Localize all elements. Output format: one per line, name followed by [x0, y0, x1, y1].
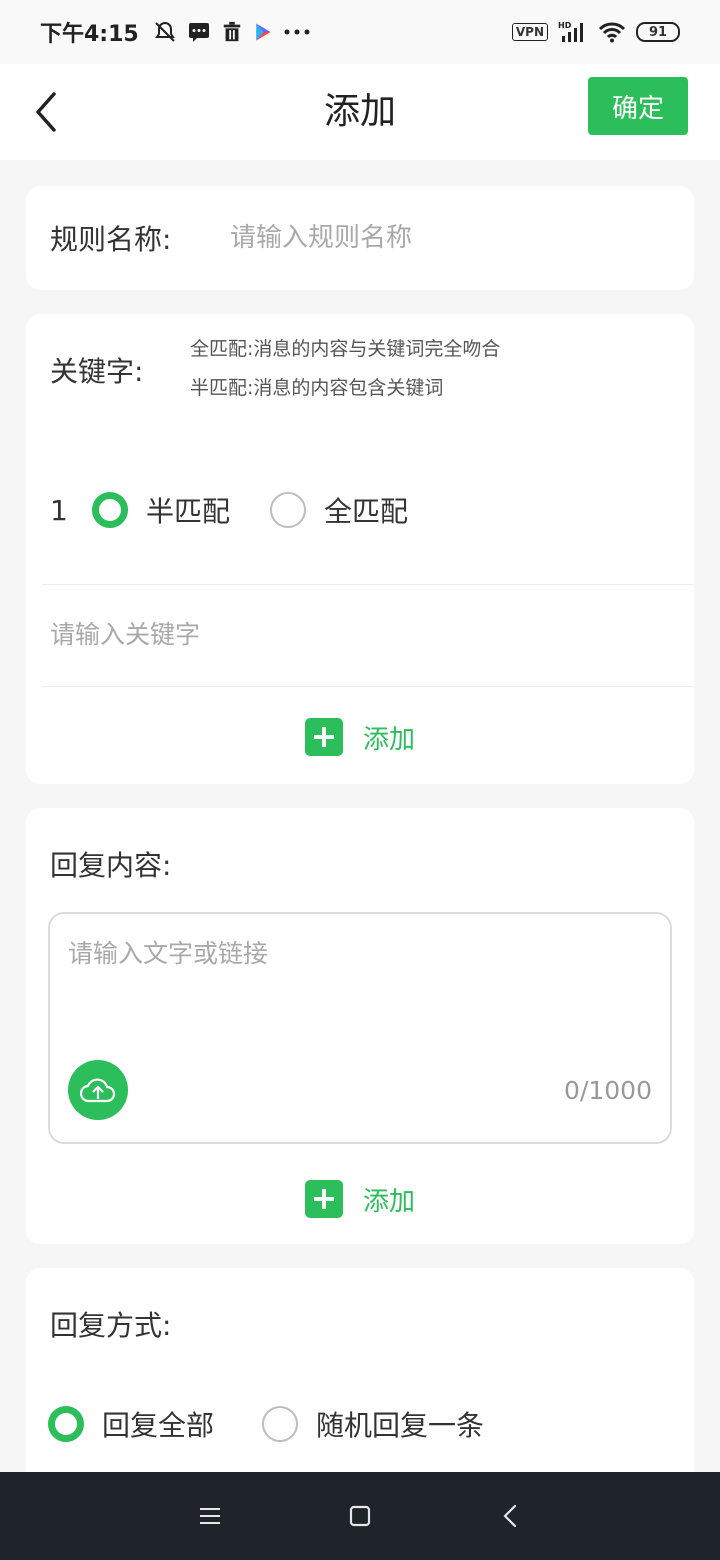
add-reply-button[interactable]: 添加: [26, 1180, 694, 1218]
keyword-match-row: 1 半匹配 全匹配: [50, 490, 408, 530]
keyword-index: 1: [50, 493, 68, 527]
back-nav-button[interactable]: [435, 1472, 585, 1560]
full-match-label: 全匹配: [324, 495, 409, 528]
confirm-button[interactable]: 确定: [588, 77, 688, 135]
bell-off-icon: [153, 20, 177, 44]
vpn-icon: VPN: [511, 23, 548, 41]
random-reply-option[interactable]: 随机回复一条: [262, 1404, 484, 1444]
full-match-description: 全匹配:消息的内容与关键词完全吻合: [190, 338, 501, 360]
reply-content-label: 回复内容:: [50, 849, 172, 882]
reply-all-label: 回复全部: [102, 1409, 215, 1442]
svg-text:HD: HD: [558, 21, 572, 30]
reply-mode-row: 回复全部 随机回复一条: [48, 1404, 484, 1444]
menu-nav-button[interactable]: [135, 1472, 285, 1560]
half-match-radio[interactable]: [92, 492, 128, 528]
full-match-option[interactable]: 全匹配: [270, 490, 408, 530]
reply-content-card: 回复内容: 0/1000 添加: [26, 808, 694, 1244]
more-dots-icon: [283, 28, 311, 36]
signal-icon: HD: [558, 20, 588, 44]
keyword-input[interactable]: [50, 610, 650, 658]
char-count: 0/1000: [564, 1076, 652, 1105]
reply-all-option[interactable]: 回复全部: [48, 1404, 214, 1444]
upload-button[interactable]: [68, 1060, 128, 1120]
plus-icon: [304, 1180, 343, 1218]
rule-name-label: 规则名称:: [50, 223, 172, 256]
system-nav-bar: [0, 1472, 720, 1560]
divider: [42, 686, 694, 687]
status-icons-left: [153, 20, 311, 44]
reply-mode-card: 回复方式: 回复全部 随机回复一条: [26, 1268, 694, 1472]
message-icon: [187, 20, 211, 44]
half-match-option[interactable]: 半匹配: [92, 490, 230, 530]
status-icons-right: VPN HD 91: [511, 20, 680, 44]
reply-mode-label: 回复方式:: [50, 1309, 172, 1342]
add-keyword-button[interactable]: 添加: [26, 718, 694, 756]
trash-icon: [221, 21, 243, 43]
divider: [42, 584, 694, 585]
back-arrow-icon: [503, 1504, 517, 1528]
plus-icon: [304, 718, 343, 756]
keyword-card: 关键字: 全匹配:消息的内容与关键词完全吻合 半匹配:消息的内容包含关键词 1 …: [26, 314, 694, 784]
add-reply-label: 添加: [362, 1186, 415, 1217]
play-store-icon: [253, 22, 273, 42]
header-bar: 添加 确定: [0, 64, 720, 160]
random-reply-radio[interactable]: [262, 1406, 299, 1442]
rule-name-card: 规则名称:: [26, 186, 694, 290]
half-match-description: 半匹配:消息的内容包含关键词: [190, 377, 444, 399]
status-bar: 下午4:15 VPN HD 91: [0, 0, 720, 64]
half-match-label: 半匹配: [146, 495, 231, 528]
status-time: 下午4:15: [40, 22, 139, 47]
reply-all-radio[interactable]: [48, 1406, 84, 1442]
battery-icon: 91: [636, 22, 680, 42]
rule-name-input[interactable]: [230, 214, 670, 262]
random-reply-label: 随机回复一条: [316, 1409, 485, 1442]
reply-textarea[interactable]: [68, 934, 648, 1034]
cloud-upload-icon: [80, 1078, 116, 1103]
add-keyword-label: 添加: [362, 724, 415, 755]
home-square-icon: [349, 1505, 371, 1527]
wifi-icon: [598, 21, 626, 43]
full-match-radio[interactable]: [270, 492, 307, 528]
home-nav-button[interactable]: [285, 1472, 435, 1560]
keyword-label: 关键字:: [50, 355, 144, 388]
menu-icon: [200, 1508, 220, 1524]
match-description: 全匹配:消息的内容与关键词完全吻合 半匹配:消息的内容包含关键词: [190, 330, 500, 408]
reply-input-box: 0/1000: [48, 912, 672, 1144]
